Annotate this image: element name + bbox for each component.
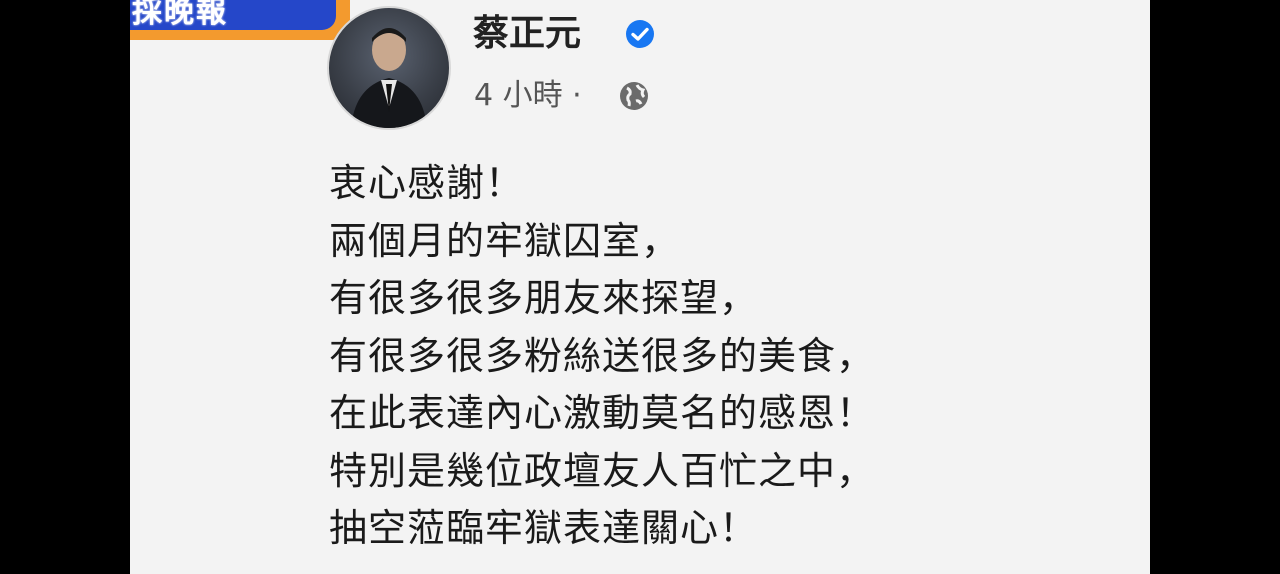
avatar[interactable] <box>327 6 451 130</box>
globe-icon[interactable] <box>617 79 651 113</box>
avatar-portrait-icon <box>351 28 427 128</box>
post-line: 抽空蒞臨牢獄表達關心！ <box>329 506 759 550</box>
post-body: 衷心感謝！ 兩個月的牢獄囚室， 有很多很多朋友來探望， 有很多很多粉絲送很多的美… <box>329 155 1129 558</box>
post-timestamp[interactable]: 4 小時 · <box>474 76 582 116</box>
post-line: 有很多很多粉絲送很多的美食， <box>329 333 876 378</box>
author-name[interactable]: 蔡正元 <box>473 10 581 58</box>
news-logo-text: 採晚報 <box>130 0 336 30</box>
post-line: 特別是幾位政壇友人百忙之中， <box>329 448 876 493</box>
post-line: 在此表達內心激動莫名的感恩！ <box>329 391 876 435</box>
post-frame: 採晚報 蔡正元 4 小時 · 衷心感謝！ 兩個月的牢獄囚室， 有很多很多朋友來探… <box>130 0 1150 574</box>
post-line: 有很多很多朋友來探望， <box>329 276 759 320</box>
post-line: 兩個月的牢獄囚室， <box>329 218 681 263</box>
verified-badge-icon <box>626 20 654 48</box>
post-line: 衷心感謝！ <box>329 161 525 205</box>
news-logo-banner: 採晚報 <box>130 0 350 40</box>
